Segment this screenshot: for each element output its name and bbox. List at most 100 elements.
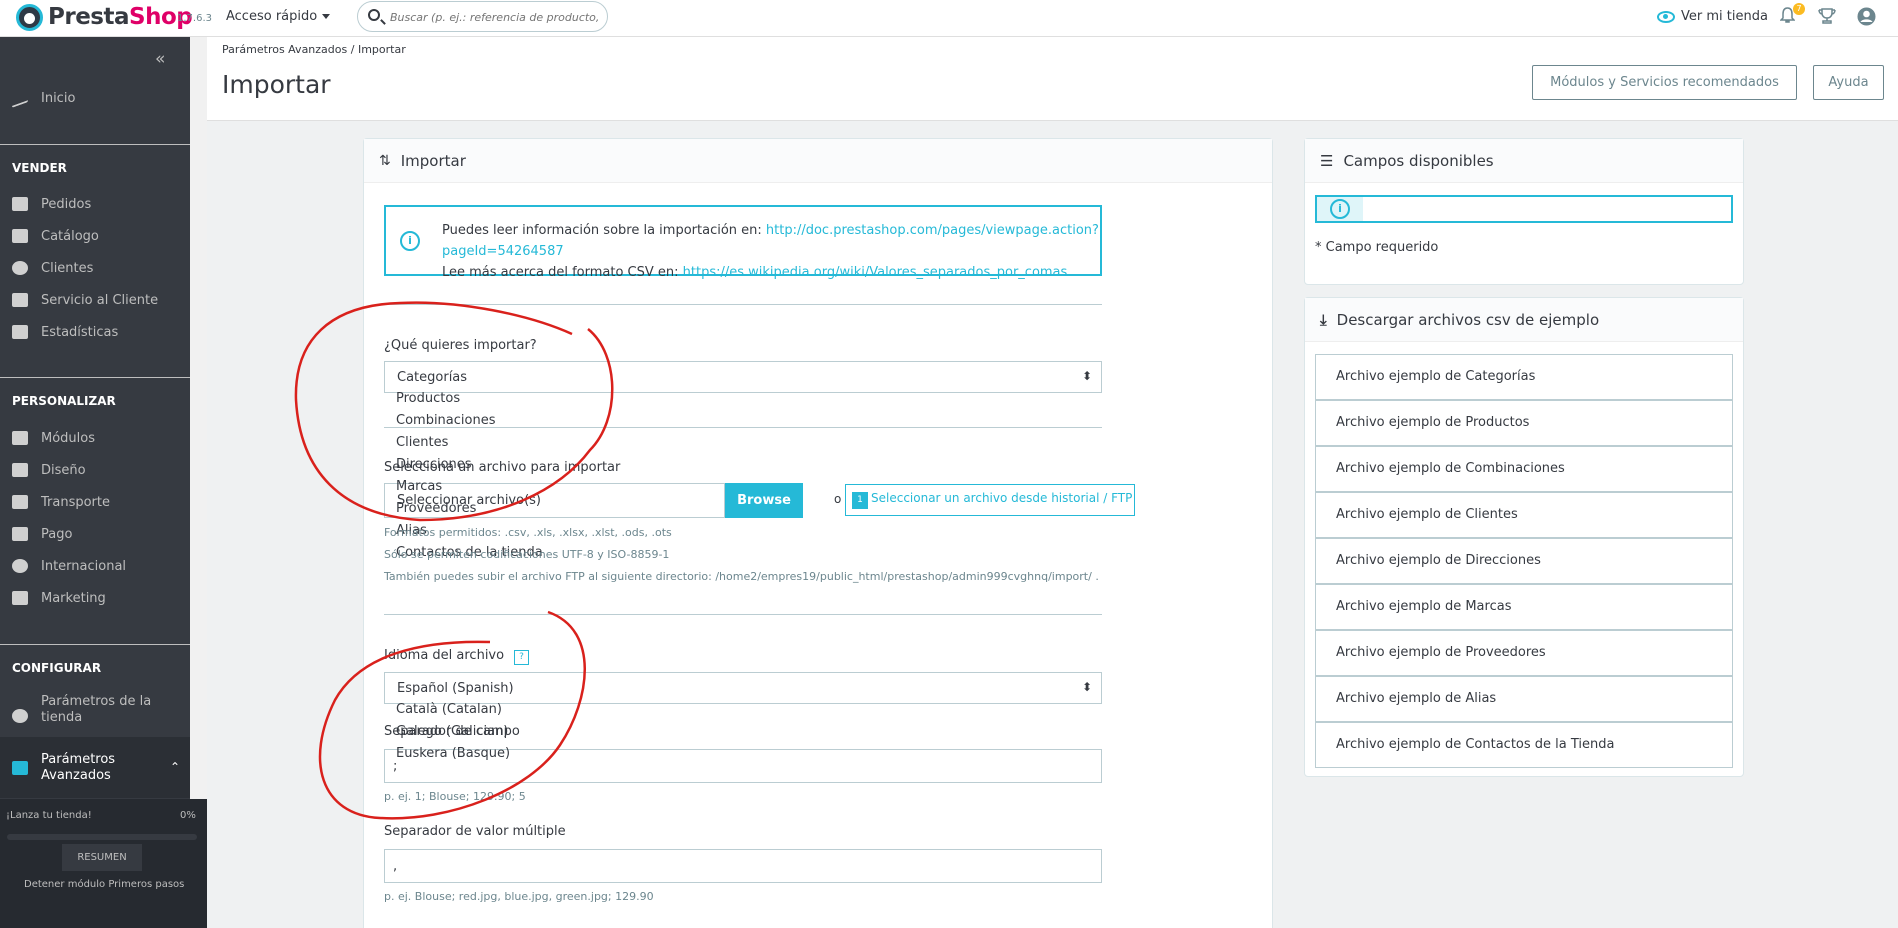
sample-file-link[interactable]: Archivo ejemplo de Clientes [1315,492,1733,538]
breadcrumb-link[interactable]: Parámetros Avanzados [222,43,347,56]
history-count-badge: 1 [852,492,868,509]
select-option[interactable]: Marcas [396,476,543,498]
sample-file-link[interactable]: Archivo ejemplo de Alias [1315,676,1733,722]
stop-onboarding-link[interactable]: Detener módulo Primeros pasos [24,879,184,890]
divider [0,644,190,645]
info-icon: i [400,231,420,251]
sidebar-item-customer-service[interactable]: Servicio al Cliente [0,284,190,316]
notification-badge: 7 [1793,3,1805,15]
csv-wiki-link[interactable]: https://es.wikipedia.org/wiki/Valores_se… [683,265,1068,280]
info-line-2: Lee más acerca del formato CSV en: https… [442,262,1100,283]
sidebar-item-modules[interactable]: Módulos [0,422,190,454]
panel-title: Importar [400,151,466,170]
quick-access-dropdown[interactable]: Acceso rápido [226,9,330,24]
file-language-label: Idioma del archivo? [384,648,529,665]
history-button-label: Seleccionar un archivo desde historial /… [871,491,1133,505]
chevron-up-icon: ⌃ [169,760,180,774]
help-button[interactable]: Ayuda [1813,65,1884,100]
import-panel-header: ⇅ Importar [364,139,1272,183]
select-option[interactable]: Direcciones [396,454,543,476]
view-store-link[interactable]: Ver mi tienda [1657,9,1768,24]
trophy-icon[interactable] [1818,7,1836,25]
select-option[interactable]: Productos [396,388,543,410]
allowed-formats-hint: Formatos permitidos: .csv, .xls, .xlsx, … [384,526,672,539]
eye-icon [1657,10,1675,23]
info-alert: i Puedes leer información sobre la impor… [384,205,1102,280]
browse-button[interactable]: Browse [725,483,803,518]
or-label: o [834,492,842,506]
divider [384,614,1102,615]
bar-chart-icon [12,325,28,339]
page-header: Parámetros Avanzados / Importar Importar… [207,37,1898,121]
sidebar-item-marketing[interactable]: Marketing [0,582,190,614]
sample-file-link[interactable]: Archivo ejemplo de Contactos de la Tiend… [1315,722,1733,768]
sidebar-item-design[interactable]: Diseño [0,454,190,486]
sample-file-link[interactable]: Archivo ejemplo de Productos [1315,400,1733,446]
sidebar-item-label: Pago [41,526,73,542]
truck-icon [12,495,28,509]
sidebar-item-customers[interactable]: Clientes [0,252,190,284]
search-icon[interactable] [368,9,380,21]
info-text: Lee más acerca del formato CSV en: [442,265,683,280]
account-icon[interactable] [1857,7,1876,26]
section-title-sell: VENDER [12,161,67,175]
history-ftp-button[interactable]: 1 Seleccionar un archivo desde historial … [845,484,1135,516]
sample-file-link[interactable]: Archivo ejemplo de Combinaciones [1315,446,1733,492]
select-option[interactable]: Clientes [396,432,543,454]
sidebar-item-label: Parámetros de la [41,694,152,709]
select-option[interactable]: Català (Catalan) [396,699,510,721]
sidebar-item-label: Diseño [41,462,86,478]
sample-file-link[interactable]: Archivo ejemplo de Proveedores [1315,630,1733,676]
panel-title: Descargar archivos csv de ejemplo [1336,310,1600,329]
sidebar-item-orders[interactable]: Pedidos [0,188,190,220]
top-bar: PrestaShop 1.7.6.3 Acceso rápido Ver mi … [0,0,1898,37]
search-input[interactable] [390,8,602,26]
resume-button[interactable]: RESUMEN [62,844,142,871]
onboarding-widget: ¡Lanza tu tienda! 0% RESUMEN Detener mód… [0,799,207,928]
prestashop-logo-icon[interactable] [16,4,43,31]
sidebar-item-advanced-parameters[interactable]: Parámetros Avanzados ⌃ [0,737,190,798]
sidebar-item-home[interactable]: Inicio [0,82,190,114]
sidebar-item-international[interactable]: Internacional [0,550,190,582]
sidebar-item-stats[interactable]: Estadísticas [0,316,190,348]
sample-file-link[interactable]: Archivo ejemplo de Direcciones [1315,538,1733,584]
multi-value-separator-input[interactable]: , [384,849,1102,883]
divider [384,304,1102,305]
field-separator-hint: p. ej. 1; Blouse; 129.90; 5 [384,790,526,803]
available-fields-panel: ☰ Campos disponibles i * Campo requerido [1304,138,1744,285]
import-panel: ⇅ Importar i Puedes leer información sobr… [363,138,1273,928]
sample-file-link[interactable]: Archivo ejemplo de Marcas [1315,584,1733,630]
sidebar-item-label: Estadísticas [41,324,119,340]
select-option[interactable]: Combinaciones [396,410,543,432]
download-icon: ⤓ [1320,310,1327,329]
sort-arrows-icon: ⇅ [379,152,391,169]
recommended-modules-button[interactable]: Módulos y Servicios recomendados [1532,65,1797,100]
select-option[interactable]: Euskera (Basque) [396,743,510,765]
sidebar-item-label: Parámetros [41,751,116,767]
encodings-hint: Sólo se permiten codificaciones UTF-8 y … [384,548,670,561]
select-option[interactable]: Proveedores [396,498,543,520]
sidebar-item-label: Módulos [41,430,95,446]
sidebar-item-shop-parameters[interactable]: Parámetros de la tienda [0,688,190,732]
select-option[interactable]: Galego (Galician) [396,721,510,743]
onboarding-percent: 0% [180,810,196,821]
list-icon: ☰ [1320,151,1334,170]
sidebar-scrollbar[interactable] [190,37,207,799]
label-text: Idioma del archivo [384,648,505,663]
brand-name-part1: Presta [48,4,130,30]
sidebar-item-label: Servicio al Cliente [41,292,159,308]
sample-file-link[interactable]: Archivo ejemplo de Categorías [1315,354,1733,400]
sidebar-item-label: Internacional [41,558,127,574]
section-title-configure: CONFIGURAR [12,661,102,675]
multi-value-separator-label: Separador de valor múltiple [384,824,566,839]
brand-logo[interactable]: PrestaShop [48,4,193,30]
onboarding-progress-bar [7,834,197,840]
sidebar-item-payment[interactable]: Pago [0,518,190,550]
basket-icon [12,197,28,211]
sidebar-item-catalog[interactable]: Catálogo [0,220,190,252]
settings-icon [12,760,28,775]
collapse-sidebar-icon[interactable]: « [155,49,165,69]
puzzle-icon [12,431,28,445]
sidebar-item-shipping[interactable]: Transporte [0,486,190,518]
help-icon[interactable]: ? [514,650,529,665]
